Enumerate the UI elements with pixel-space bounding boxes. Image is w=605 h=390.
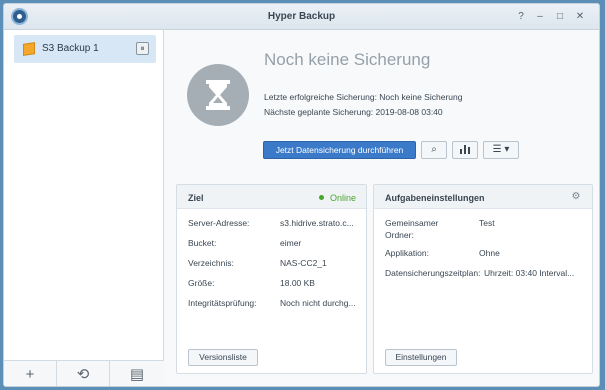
application-label: Applikation: xyxy=(385,248,429,258)
shared-folder-value: Test xyxy=(479,218,495,228)
backup-schedule-value: Uhrzeit: 03:40 Interval... xyxy=(484,268,575,278)
log-icon: ▤ xyxy=(129,366,145,383)
next-backup-info: Nächste geplante Sicherung: 2019-08-08 0… xyxy=(264,107,443,117)
server-address-value: s3.hidrive.strato.c... xyxy=(280,218,354,228)
browse-button[interactable]: ⌕ xyxy=(421,141,447,159)
integrity-check-label: Integritätsprüfung: xyxy=(188,298,257,308)
server-address-label: Server-Adresse: xyxy=(188,218,250,228)
hourglass-icon xyxy=(187,64,249,126)
close-button[interactable]: ✕ xyxy=(573,10,587,24)
target-panel-title: Ziel xyxy=(188,193,204,203)
search-icon: ⌕ xyxy=(431,144,437,155)
box-icon xyxy=(23,42,35,56)
bucket-value: eimer xyxy=(280,238,302,248)
statistics-button[interactable] xyxy=(452,141,478,159)
maximize-button[interactable]: □ xyxy=(553,10,567,24)
status-icon[interactable]: ⏸ xyxy=(136,42,149,55)
log-button[interactable]: ▤ xyxy=(110,361,164,386)
chart-icon xyxy=(460,145,470,154)
target-panel-header: Ziel Online xyxy=(177,185,366,209)
hyper-backup-window: Hyper Backup ? – □ ✕ S3 Backup 1 ⏸ + ⟲ ▤ xyxy=(3,3,600,387)
online-dot-icon xyxy=(318,195,324,200)
status-badge-label: Online xyxy=(329,193,356,203)
add-icon: + xyxy=(25,366,35,383)
minimize-button[interactable]: – xyxy=(533,10,547,24)
window-title: Hyper Backup xyxy=(267,11,336,22)
directory-value: NAS-CC2_1 xyxy=(280,258,327,268)
restore-button[interactable]: ⟲ xyxy=(57,361,110,386)
size-value: 18.00 KB xyxy=(280,278,315,288)
sidebar-footer: + ⟲ ▤ xyxy=(4,360,164,386)
task-settings-header: Aufgabeneinstellungen ⚙ xyxy=(374,185,592,209)
bucket-label: Bucket: xyxy=(188,238,217,248)
last-backup-info: Letzte erfolgreiche Sicherung: Noch kein… xyxy=(264,92,463,102)
main-content: Noch keine Sicherung Letzte erfolgreiche… xyxy=(165,30,599,386)
shared-folder-label: Gemeinsamer xyxy=(385,218,439,228)
settings-user-icon[interactable]: ⚙ xyxy=(569,190,583,204)
task-settings-title: Aufgabeneinstellungen xyxy=(385,193,485,203)
add-task-button[interactable]: + xyxy=(4,361,57,386)
sidebar-item-label: S3 Backup 1 xyxy=(42,43,99,54)
backup-status-title: Noch keine Sicherung xyxy=(264,50,431,69)
integrity-check-value: Noch nicht durchg... xyxy=(280,298,356,308)
backup-now-button[interactable]: Jetzt Datensicherung durchführen xyxy=(263,141,416,159)
title-bar[interactable]: Hyper Backup ? – □ ✕ xyxy=(4,4,599,30)
sidebar-item-s3-backup-1[interactable]: S3 Backup 1 ⏸ xyxy=(14,35,156,63)
sidebar: S3 Backup 1 ⏸ + ⟲ ▤ xyxy=(4,30,164,386)
settings-button[interactable]: Einstellungen xyxy=(385,349,457,366)
target-panel: Ziel Online Server-Adresse: s3.hidrive.s… xyxy=(176,184,367,374)
size-label: Größe: xyxy=(188,278,215,288)
shared-folder-label-2: Ordner: xyxy=(385,230,414,240)
version-list-button[interactable]: Versionsliste xyxy=(188,349,258,366)
history-icon: ⟲ xyxy=(76,366,90,383)
task-settings-panel: Aufgabeneinstellungen ⚙ Gemeinsamer Ordn… xyxy=(373,184,593,374)
backup-schedule-label: Datensicherungszeitplan: xyxy=(385,268,481,278)
status-badge: Online xyxy=(318,193,356,203)
action-menu-button[interactable]: ☰ ▾ xyxy=(483,141,519,159)
menu-icon: ☰ ▾ xyxy=(492,144,510,155)
application-value: Ohne xyxy=(479,248,500,258)
directory-label: Verzeichnis: xyxy=(188,258,234,268)
help-button[interactable]: ? xyxy=(514,10,528,24)
